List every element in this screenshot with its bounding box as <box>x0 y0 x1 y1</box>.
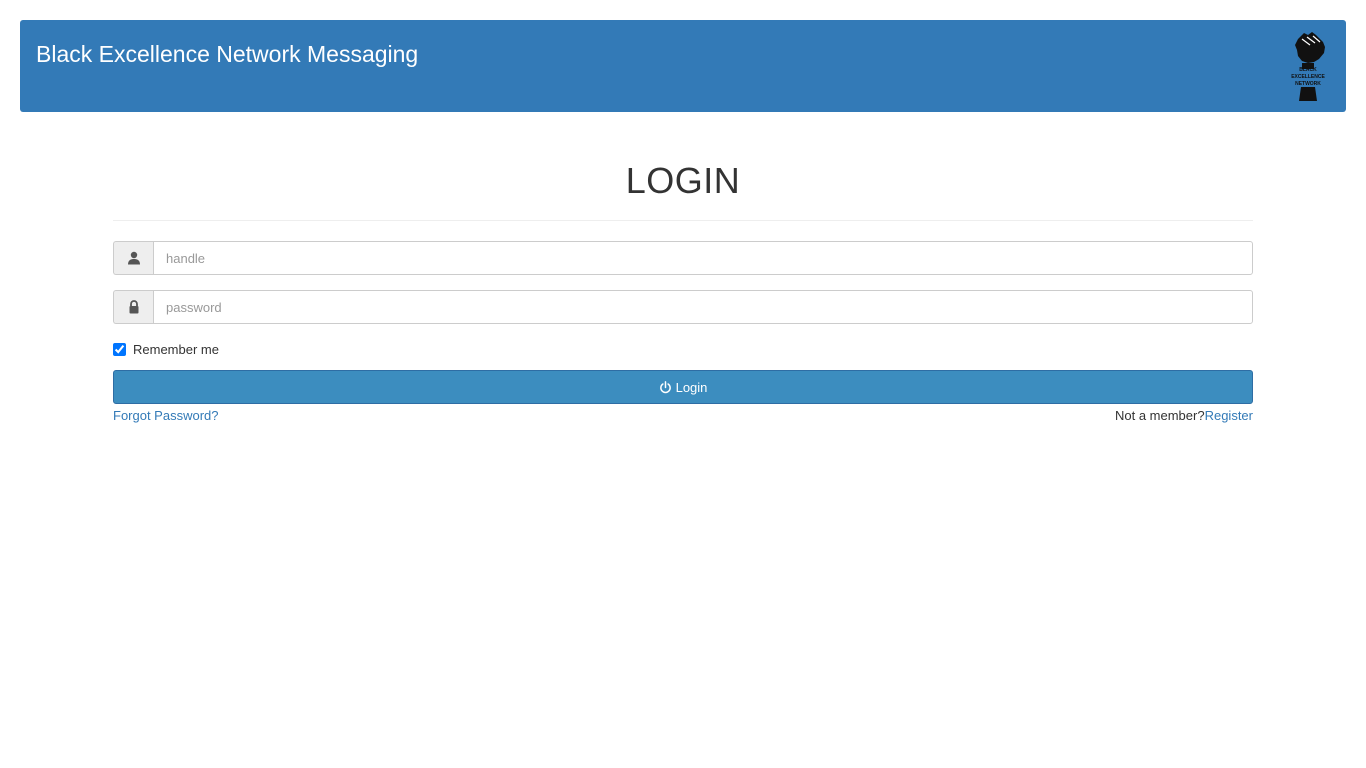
login-footer: Forgot Password? Not a member?Register <box>113 407 1253 424</box>
power-icon <box>659 380 671 393</box>
login-panel: LOGIN Remember me Login Forgot Password?… <box>113 150 1253 424</box>
raised-fist-logo-icon: BLACK EXCELLENCE NETWORK <box>1291 32 1325 101</box>
handle-input[interactable] <box>153 241 1253 275</box>
forgot-password-link[interactable]: Forgot Password? <box>113 407 219 424</box>
remember-me-label: Remember me <box>133 341 219 357</box>
handle-input-group <box>113 241 1253 275</box>
page-title: LOGIN <box>625 160 741 201</box>
password-input-group <box>113 290 1253 324</box>
register-prompt: Not a member?Register <box>1115 407 1253 424</box>
logo-text-1: BLACK <box>1299 67 1317 73</box>
not-member-text: Not a member? <box>1114 408 1205 423</box>
remember-me[interactable]: Remember me <box>113 341 1253 357</box>
app-title: Black Excellence Network Messaging <box>36 41 419 67</box>
login-button-label: Login <box>675 379 708 395</box>
divider <box>113 220 1253 221</box>
lock-icon <box>113 290 153 324</box>
login-button[interactable]: Login <box>113 370 1253 404</box>
user-icon <box>113 241 153 275</box>
password-input[interactable] <box>153 290 1253 324</box>
app-header: Black Excellence Network Messaging BLACK… <box>20 20 1346 112</box>
logo-text-2: EXCELLENCE <box>1291 74 1325 80</box>
register-link[interactable]: Register <box>1205 408 1253 423</box>
logo-text-3: NETWORK <box>1295 81 1321 87</box>
remember-me-checkbox[interactable] <box>113 342 126 356</box>
